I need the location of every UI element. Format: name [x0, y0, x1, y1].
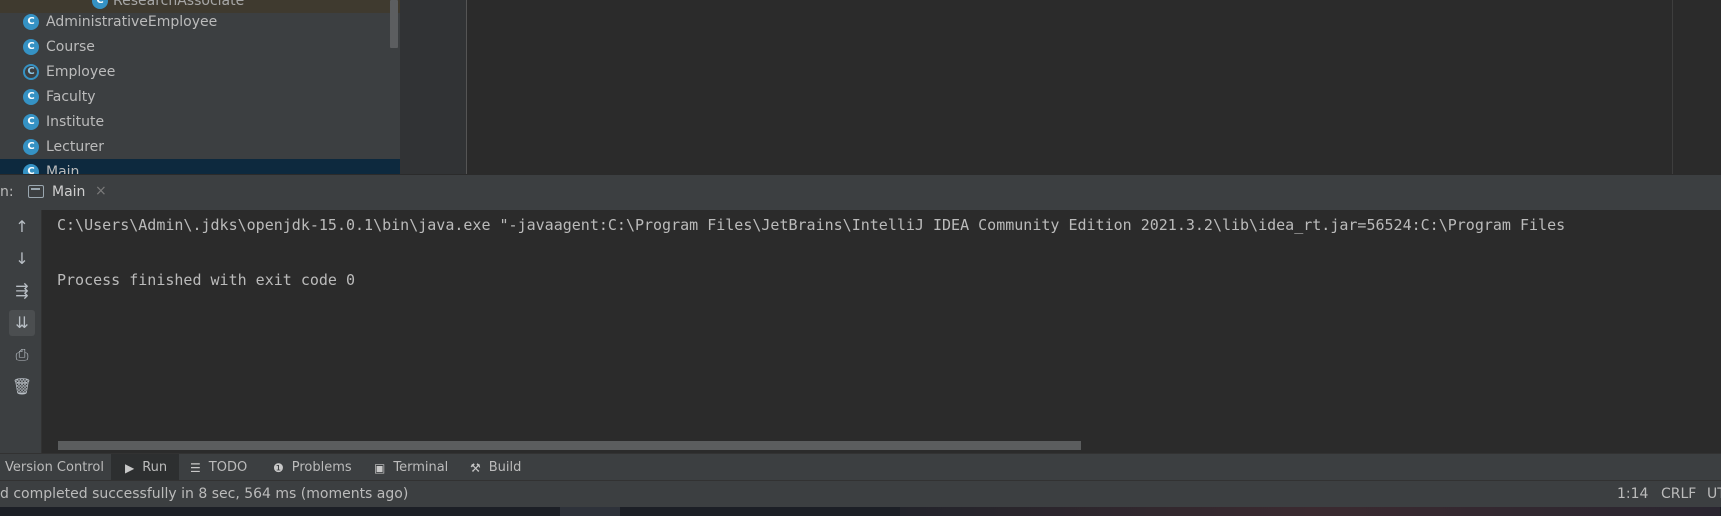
- close-icon[interactable]: ×: [95, 183, 107, 199]
- tool-problems[interactable]: ❶ Problems: [273, 454, 352, 481]
- tree-item-label: Course: [46, 38, 95, 55]
- tool-label: Problems: [291, 460, 352, 475]
- tab-label: Main: [52, 184, 86, 200]
- editor-gutter: [400, 0, 467, 174]
- tool-window-bar: Version Control ▶ Run ☰ TODO ❶ Problems …: [0, 453, 1721, 481]
- tree-item-label: AdministrativeEmployee: [46, 13, 218, 30]
- line-separator[interactable]: CRLF: [1661, 486, 1696, 502]
- tree-item-institute[interactable]: C Institute: [0, 109, 400, 134]
- tool-run[interactable]: ▶ Run: [111, 454, 180, 481]
- tool-todo[interactable]: ☰ TODO: [190, 454, 247, 481]
- tree-item-label: Institute: [46, 113, 105, 130]
- soft-wrap-icon[interactable]: ⇶: [9, 278, 35, 304]
- file-encoding[interactable]: UT: [1707, 486, 1721, 502]
- tool-version-control[interactable]: Version Control: [5, 454, 104, 481]
- down-arrow-icon[interactable]: ↓: [9, 246, 35, 272]
- tool-label: Terminal: [393, 460, 449, 475]
- up-arrow-icon[interactable]: ↑: [9, 214, 35, 240]
- abstract-class-icon: C: [23, 63, 39, 80]
- print-icon[interactable]: ⎙: [9, 342, 35, 368]
- tree-item-administrativeemployee[interactable]: C AdministrativeEmployee: [0, 9, 400, 34]
- tree-item-faculty[interactable]: C Faculty: [0, 84, 400, 109]
- tool-label: TODO: [208, 460, 248, 475]
- tree-item-course[interactable]: C Course: [0, 34, 400, 59]
- tab-main[interactable]: Main ×: [22, 175, 112, 211]
- tool-label: Run: [142, 460, 168, 475]
- tool-build[interactable]: ⚒ Build: [470, 454, 521, 481]
- console-exit-line: Process finished with exit code 0: [57, 271, 356, 289]
- hammer-icon: ⚒: [470, 460, 481, 475]
- project-tree-panel: C ResearchAssociate C AdministrativeEmpl…: [0, 0, 400, 174]
- runnable-class-icon: C: [23, 163, 42, 174]
- class-icon: C: [23, 13, 39, 30]
- status-bar: d completed successfully in 8 sec, 564 m…: [0, 480, 1721, 508]
- tool-label: Build: [488, 460, 522, 475]
- class-icon: C: [23, 88, 39, 105]
- caret-position[interactable]: 1:14: [1617, 486, 1648, 502]
- tree-item-label: Main: [46, 163, 80, 175]
- terminal-icon: ▣: [374, 460, 386, 475]
- run-window-title: n:: [0, 184, 14, 200]
- class-icon: C: [23, 138, 39, 155]
- tool-terminal[interactable]: ▣ Terminal: [374, 454, 448, 481]
- list-icon: ☰: [190, 460, 201, 475]
- right-margin-guide: [1672, 0, 1673, 174]
- taskbar-item[interactable]: [560, 507, 620, 516]
- os-taskbar: [0, 507, 1721, 516]
- class-icon: C: [23, 113, 39, 130]
- console-command-line: C:\Users\Admin\.jdks\openjdk-15.0.1\bin\…: [57, 216, 1566, 234]
- tree-item-label: ResearchAssociate: [113, 0, 245, 9]
- class-icon: C: [23, 38, 39, 55]
- tool-label: Version Control: [5, 460, 104, 475]
- scroll-to-end-icon[interactable]: ⇊: [9, 310, 35, 336]
- class-icon: C: [92, 0, 108, 9]
- console-horizontal-scrollbar[interactable]: [58, 441, 1081, 450]
- project-scrollbar[interactable]: [390, 0, 398, 48]
- tree-item-label: Faculty: [46, 88, 96, 105]
- run-icon: ▶: [125, 460, 135, 475]
- problems-icon: ❶: [273, 460, 284, 475]
- taskbar-background: [900, 507, 1720, 516]
- code-editor[interactable]: [467, 0, 1721, 174]
- run-toolbar: ↑ ↓ ⇶ ⇊ ⎙ 🗑: [0, 210, 42, 453]
- tree-item-main[interactable]: C Main: [0, 159, 400, 174]
- console-icon: [28, 185, 44, 198]
- run-window-header: n: Main ×: [0, 174, 1721, 211]
- tree-item-employee[interactable]: C Employee: [0, 59, 400, 84]
- run-console[interactable]: C:\Users\Admin\.jdks\openjdk-15.0.1\bin\…: [42, 210, 1721, 453]
- tree-item-label: Employee: [46, 63, 116, 80]
- trash-icon[interactable]: 🗑: [9, 374, 35, 400]
- status-message[interactable]: d completed successfully in 8 sec, 564 m…: [0, 486, 408, 502]
- tree-item-label: Lecturer: [46, 138, 105, 155]
- tree-item-lecturer[interactable]: C Lecturer: [0, 134, 400, 159]
